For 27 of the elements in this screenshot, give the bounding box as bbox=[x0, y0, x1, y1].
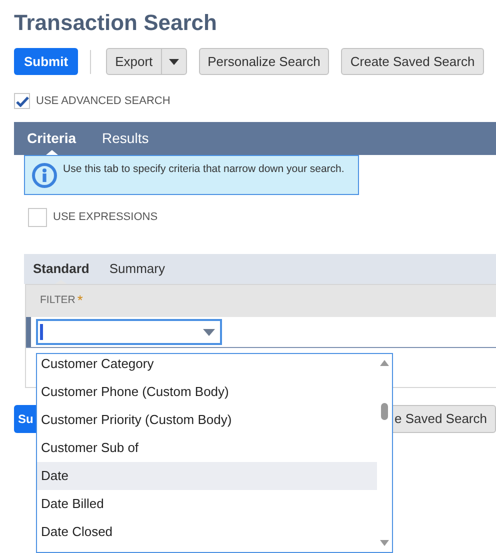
checkmark-icon bbox=[16, 96, 28, 106]
scroll-up-icon bbox=[380, 360, 389, 366]
tab[interactable]: Results bbox=[102, 122, 149, 155]
export-label[interactable]: Export bbox=[107, 49, 161, 74]
export-split-button[interactable]: Export bbox=[106, 48, 187, 75]
dropdown-option[interactable]: Date bbox=[37, 462, 377, 490]
info-icon bbox=[32, 163, 57, 188]
row-marker bbox=[26, 317, 31, 347]
scroll-thumb[interactable] bbox=[381, 403, 388, 420]
column-header: FILTER bbox=[40, 293, 76, 308]
checkbox[interactable] bbox=[28, 208, 47, 226]
caret-icon bbox=[168, 58, 179, 64]
checkbox-label: USE ADVANCED SEARCH bbox=[36, 94, 170, 109]
caret-icon bbox=[203, 328, 215, 336]
subtab[interactable]: Summary bbox=[109, 254, 165, 284]
page-title: Transaction Search bbox=[14, 9, 218, 37]
info-text: Use this tab to specify criteria that narrow down your search. bbox=[63, 162, 344, 177]
toolbar-button[interactable]: e Saved Search bbox=[392, 405, 496, 433]
checkbox-label: USE EXPRESSIONS bbox=[53, 210, 158, 225]
checkbox[interactable] bbox=[14, 93, 30, 109]
required-mark: * bbox=[77, 291, 83, 310]
scroll-down-icon bbox=[380, 540, 389, 546]
toolbar-button[interactable]: Personalize Search bbox=[198, 48, 330, 75]
filter-select[interactable] bbox=[36, 319, 222, 345]
submit-button[interactable]: Submit bbox=[14, 48, 78, 75]
toolbar-button[interactable]: Create Saved Search bbox=[341, 48, 484, 75]
submit-button[interactable]: Su bbox=[14, 405, 36, 433]
